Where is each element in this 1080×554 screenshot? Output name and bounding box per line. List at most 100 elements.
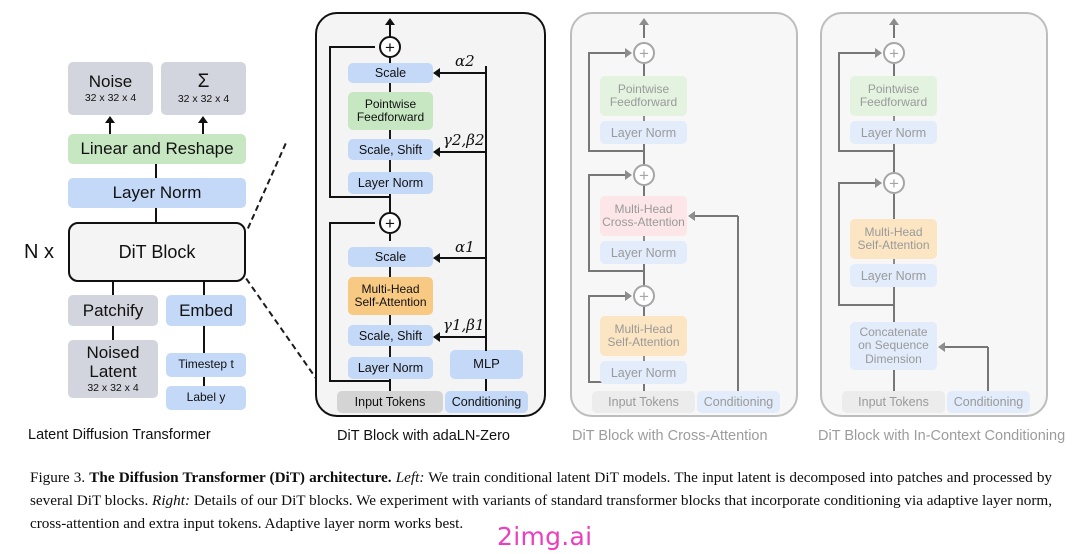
- adaln-skip-2-bottom: [329, 196, 391, 198]
- box-conditioning-cross-label: Conditioning: [703, 395, 774, 409]
- adaln-skip-1-vertical: [329, 223, 331, 382]
- incontext-skip-2-arrowhead: [875, 48, 882, 58]
- cross-skip-3-top: [588, 52, 625, 54]
- box-input-tokens-cross: Input Tokens: [592, 391, 695, 413]
- caption-in-context-conditioning: DiT Block with In-Context Conditioning: [818, 428, 1066, 444]
- box-noised-latent-shape: 32 x 32 x 4: [87, 382, 139, 395]
- incontext-cond-arrow-line: [945, 346, 988, 348]
- adaln-skip-2-vertical: [329, 47, 331, 198]
- connector-timestep-to-embed: [203, 326, 205, 353]
- adaln-arrow-gb1-head: [433, 332, 440, 342]
- box-noised-latent-label-1: Noised: [86, 343, 140, 363]
- cross-residual-add-1: +: [633, 285, 655, 307]
- adaln-plus-2-glyph: +: [385, 37, 395, 57]
- cross-cond-arrow-head: [688, 211, 695, 221]
- connector-ln-to-linear: [155, 164, 157, 178]
- incontext-skip-2-top: [838, 52, 875, 54]
- cross-residual-add-3: +: [633, 42, 655, 64]
- cross-skip-1-arrowhead: [625, 291, 632, 301]
- adaln-residual-add-1: +: [379, 212, 401, 234]
- box-sigma-shape: 32 x 32 x 4: [177, 93, 230, 106]
- incontext-skip-1-arrowhead: [875, 178, 882, 188]
- adaln-skip-2-top: [329, 46, 375, 48]
- box-layer-norm-1-adaln: Layer Norm: [348, 357, 433, 379]
- box-layer-norm-3-cross-label: Layer Norm: [610, 125, 677, 140]
- box-pff-cross-label-2: Feedforward: [609, 95, 678, 109]
- incontext-skip-1-bottom: [838, 304, 895, 306]
- box-class-label-label: Label y: [186, 390, 226, 405]
- box-layer-norm-2-adaln: Layer Norm: [348, 172, 433, 194]
- box-layer-norm-left-label: Layer Norm: [112, 183, 202, 203]
- box-input-tokens-incontext-label: Input Tokens: [858, 395, 929, 409]
- box-mhsa-adaln-label-2: Self-Attention: [354, 295, 427, 309]
- box-noise-label: Noise: [88, 72, 133, 92]
- box-layer-norm-2-adaln-label: Layer Norm: [357, 176, 424, 190]
- cross-skip-2-arrowhead: [625, 170, 632, 180]
- cross-skip-3-arrowhead: [625, 48, 632, 58]
- arrowhead-to-noise: [105, 116, 115, 123]
- box-layer-norm-1-cross: Layer Norm: [600, 361, 687, 384]
- label-alpha-2: α2: [455, 52, 475, 70]
- adaln-arrow-alpha2-head: [433, 68, 440, 78]
- box-layer-norm-2-cross-label: Layer Norm: [610, 245, 677, 260]
- cross-cond-bus: [737, 216, 739, 391]
- adaln-plus-1-glyph: +: [385, 213, 395, 233]
- cross-plus-3-glyph: +: [639, 43, 649, 63]
- box-conditioning-incontext-label: Conditioning: [953, 395, 1024, 409]
- incontext-residual-add-2: +: [883, 42, 905, 64]
- figure-3-dit-architecture: Noise 32 x 32 x 4 Σ 32 x 32 x 4 Linear a…: [0, 0, 1080, 554]
- incontext-line-mhsa: [893, 194, 895, 219]
- box-layer-norm-1-incontext-label: Layer Norm: [860, 268, 927, 283]
- adaln-line-cond-mlp: [485, 379, 487, 391]
- adaln-dash-ln1-ss1: [389, 346, 391, 357]
- box-pff-cross-label-1: Pointwise: [617, 81, 670, 96]
- adaln-arrow-gb1-line: [440, 336, 486, 338]
- box-multihead-cross-attention: Multi-Head Cross-Attention: [600, 196, 687, 236]
- incontext-line-ff: [893, 64, 895, 76]
- incontext-line-ln2-down: [893, 144, 895, 172]
- zoom-connector-top: [247, 143, 287, 229]
- box-multihead-self-attention-adaln: Multi-Head Self-Attention: [348, 277, 433, 315]
- box-layer-norm-3-cross: Layer Norm: [600, 121, 687, 144]
- cross-line-mhca: [643, 186, 645, 196]
- adaln-line-scale1: [389, 234, 391, 241]
- adaln-dash-ff-scale2: [389, 83, 391, 92]
- incontext-plus-2-glyph: +: [889, 43, 899, 63]
- box-dit-block: DiT Block: [68, 222, 246, 282]
- box-linear-and-reshape-label: Linear and Reshape: [80, 139, 234, 159]
- incontext-plus-1-glyph: +: [889, 173, 899, 193]
- box-layer-norm-2-incontext: Layer Norm: [850, 121, 937, 144]
- box-pointwise-feedforward-incontext: Pointwise Feedforward: [850, 76, 937, 116]
- watermark: 2img.ai: [497, 522, 593, 551]
- adaln-line-inputtokens: [389, 379, 391, 391]
- box-noise: Noise 32 x 32 x 4: [68, 62, 153, 115]
- box-pointwise-feedforward-cross: Pointwise Feedforward: [600, 76, 687, 116]
- cross-skip-1-vertical: [588, 295, 590, 383]
- incontext-line-concat: [893, 287, 895, 322]
- box-scale-2: Scale: [348, 63, 433, 83]
- figure-left-label: Left:: [395, 469, 425, 486]
- box-mhsa-incontext-label-2: Self-Attention: [857, 238, 930, 252]
- box-conditioning-adaln-label: Conditioning: [451, 395, 522, 409]
- box-mhca-label-1: Multi-Head: [614, 201, 673, 216]
- incontext-output-arrowhead: [889, 18, 899, 25]
- incontext-cond-bus: [987, 347, 989, 392]
- box-input-tokens-incontext: Input Tokens: [842, 391, 945, 413]
- box-mhsa-cross-label-2: Self-Attention: [607, 335, 680, 349]
- figure-right-label: Right:: [152, 492, 191, 510]
- cross-skip-1-top: [588, 295, 625, 297]
- cross-residual-add-2: +: [633, 164, 655, 186]
- box-scale-shift-1-label: Scale, Shift: [358, 328, 423, 343]
- box-scale-shift-2-label: Scale, Shift: [358, 142, 423, 157]
- connector-patchify-to-dit: [112, 282, 114, 295]
- connector-noisedlatent-to-patchify: [112, 326, 114, 340]
- box-dit-block-label: DiT Block: [118, 241, 196, 262]
- incontext-residual-add-1: +: [883, 172, 905, 194]
- box-conditioning-adaln: Conditioning: [445, 391, 528, 413]
- label-n-times: N x: [24, 241, 54, 263]
- box-patchify-label: Patchify: [82, 300, 144, 320]
- box-multihead-self-attention-incontext: Multi-Head Self-Attention: [850, 219, 937, 259]
- box-pff-incontext-label-1: Pointwise: [867, 81, 920, 96]
- box-mhsa-adaln-label-1: Multi-Head: [361, 281, 420, 296]
- box-noised-latent: Noised Latent 32 x 32 x 4: [68, 340, 158, 398]
